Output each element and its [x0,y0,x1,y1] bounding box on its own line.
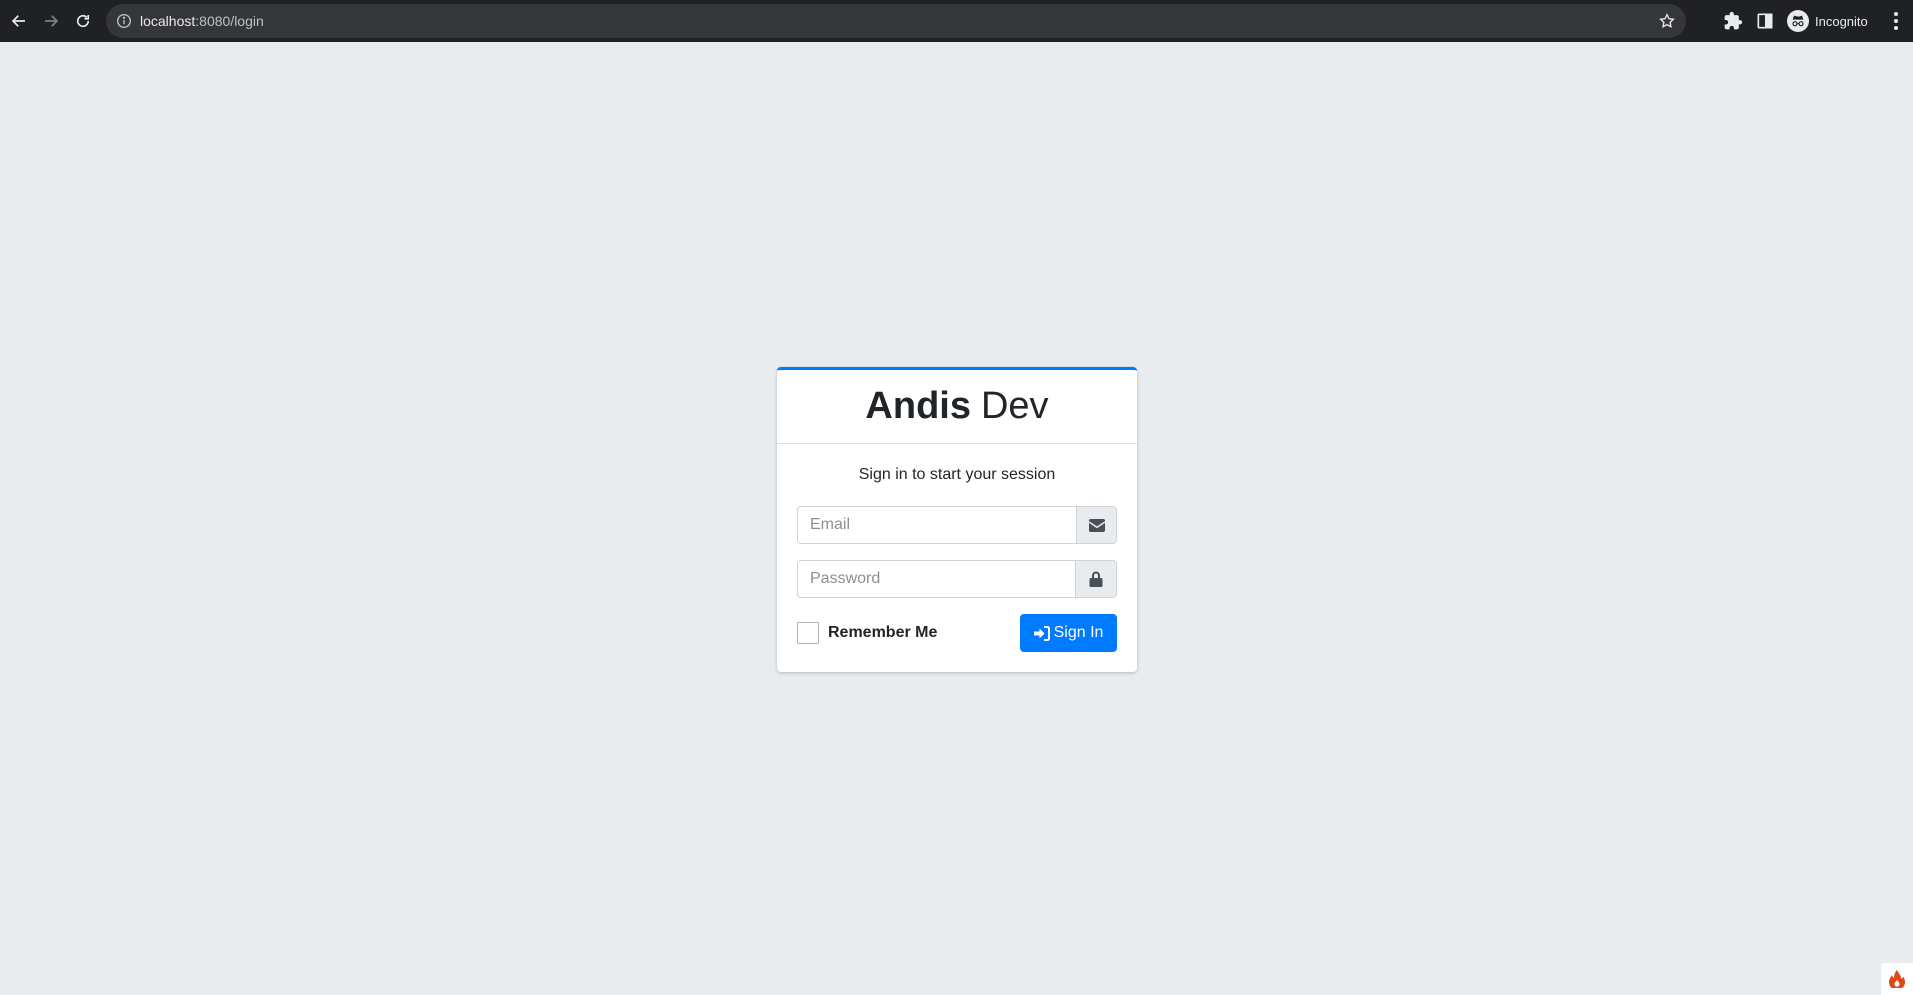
bookmark-star-icon[interactable] [1658,12,1676,30]
forward-arrow-icon [45,15,59,27]
site-info-icon[interactable] [116,13,132,29]
back-button[interactable] [6,8,32,34]
browser-menu-icon[interactable] [1886,10,1906,32]
address-bar[interactable]: localhost:8080/login [106,4,1686,38]
password-input-group [797,560,1117,598]
reload-button[interactable] [70,8,96,34]
reload-icon [76,14,90,28]
forward-button[interactable] [38,8,64,34]
brand-name-light[interactable]: Dev [981,385,1049,428]
login-box: Andis Dev Sign in to start your session [777,367,1137,672]
envelope-icon [1088,518,1105,532]
email-input-group [797,506,1117,544]
url-path: :8080/login [195,13,264,29]
profile-label: Incognito [1815,13,1868,29]
login-message: Sign in to start your session [858,466,1056,483]
login-actions-row: Remember Me Sign In [797,614,1117,652]
remember-me[interactable]: Remember Me [797,622,937,644]
login-card: Andis Dev Sign in to start your session [777,367,1137,672]
login-card-header: Andis Dev [777,370,1137,444]
sign-in-icon [1033,625,1050,641]
lock-icon [1089,571,1103,587]
side-panel-icon[interactable] [1755,11,1775,31]
sign-in-button[interactable]: Sign In [1020,614,1117,652]
profile-incognito-button[interactable]: Incognito [1783,8,1878,34]
incognito-icon [1787,10,1809,32]
email-input[interactable] [797,506,1076,544]
back-arrow-icon [11,15,25,27]
extensions-puzzle-icon[interactable] [1723,11,1743,31]
flame-icon [1889,970,1905,988]
sign-in-label: Sign In [1053,624,1104,641]
url-host: localhost [140,13,196,29]
login-form: Remember Me Sign In [797,506,1117,652]
brand-name-bold[interactable]: Andis [865,385,971,428]
page-background: Andis Dev Sign in to start your session [0,42,1913,995]
url-text: localhost:8080/login [140,13,264,29]
remember-me-label[interactable]: Remember Me [828,624,937,642]
email-addon [1076,506,1117,544]
remember-me-checkbox[interactable] [797,622,819,644]
password-input[interactable] [797,560,1076,598]
password-addon [1076,560,1117,598]
debug-toolbar-toggle[interactable] [1881,963,1913,995]
login-card-body: Sign in to start your session Email Reme… [777,444,1137,672]
browser-toolbar: localhost:8080/login Incognito [0,0,1913,42]
